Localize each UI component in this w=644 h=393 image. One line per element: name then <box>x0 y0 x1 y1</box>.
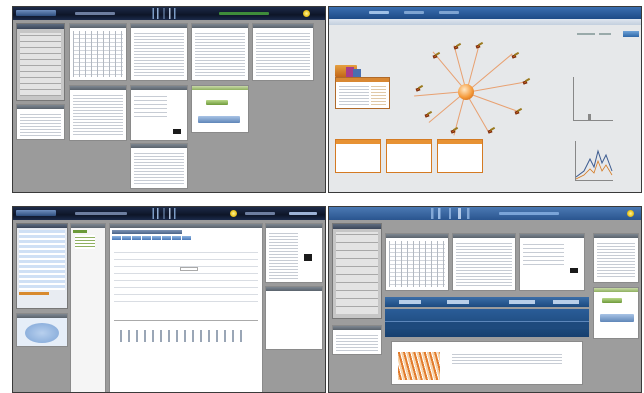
report-chart <box>398 352 440 380</box>
list-panel-1 <box>452 233 516 291</box>
status-indicators <box>219 12 269 15</box>
calendar-widget[interactable] <box>69 23 127 81</box>
chart-icon <box>304 254 312 261</box>
user-node-icon[interactable] <box>511 51 520 61</box>
top-navigation-bar <box>13 7 325 20</box>
list-panel-4 <box>69 85 127 141</box>
skyline-banner <box>425 208 485 219</box>
user-node-icon[interactable] <box>450 126 459 136</box>
screenshot-relationship-graph <box>328 6 642 193</box>
contact-card <box>265 223 323 283</box>
sun-logo-icon <box>627 210 634 217</box>
user-node-icon[interactable] <box>424 110 433 120</box>
line-chart <box>575 141 613 181</box>
user-node-icon[interactable] <box>415 84 424 94</box>
summary-card-3 <box>437 139 483 173</box>
screenshot-dashboard-reports <box>328 206 642 393</box>
secondary-action-button[interactable] <box>198 116 240 123</box>
notes-panel <box>265 286 323 350</box>
nav-menu-2[interactable] <box>404 11 424 14</box>
sun-logo-icon <box>303 10 310 17</box>
form-toolbar[interactable] <box>112 230 182 234</box>
user-node-icon[interactable] <box>514 107 523 117</box>
dropdown-field[interactable] <box>180 267 198 271</box>
info-panel <box>332 325 382 355</box>
detail-panel <box>519 233 585 291</box>
top-navigation-bar <box>329 207 641 220</box>
list-panel-2 <box>191 23 249 81</box>
report-banner <box>385 309 589 337</box>
app-logo <box>16 210 56 216</box>
list-panel-3 <box>252 23 314 81</box>
summary-card-2 <box>386 139 432 173</box>
report-toolbar[interactable] <box>385 297 589 307</box>
top-navigation-bar <box>329 7 641 19</box>
nav-menu[interactable] <box>75 212 127 215</box>
form-tabs[interactable] <box>112 236 191 240</box>
left-sidebar <box>16 223 68 309</box>
screenshot-calendar-dashboard <box>12 6 326 193</box>
nav-menu-3[interactable] <box>439 11 459 14</box>
window-controls[interactable] <box>289 212 317 215</box>
top-navigation-bar <box>13 207 325 220</box>
record-list[interactable] <box>70 223 106 392</box>
left-sidebar <box>16 23 65 101</box>
entity-details-card <box>335 77 390 109</box>
nav-menu[interactable] <box>75 12 115 15</box>
user-node-icon[interactable] <box>487 126 496 136</box>
status-indicators <box>245 212 275 215</box>
chart-icon <box>173 129 181 134</box>
report-preview <box>391 341 583 385</box>
nav-menu[interactable] <box>499 212 559 215</box>
nav-menu[interactable] <box>369 11 389 14</box>
center-entity-node[interactable] <box>458 84 474 100</box>
record-form <box>109 223 263 392</box>
map-widget[interactable] <box>16 313 68 347</box>
action-panel <box>191 85 249 133</box>
calendar-widget[interactable] <box>385 233 449 291</box>
user-node-icon[interactable] <box>475 41 484 51</box>
bar-chart <box>573 77 613 121</box>
chart-icon <box>570 268 578 273</box>
attribute-strip <box>114 330 242 342</box>
detail-panel <box>130 85 188 141</box>
screenshot-record-editor <box>12 206 326 393</box>
left-sidebar <box>332 223 382 319</box>
list-panel-1 <box>130 23 188 81</box>
entity-tab-blue[interactable] <box>353 69 361 77</box>
list-panel-5 <box>130 143 188 189</box>
form-fields[interactable] <box>114 246 258 306</box>
info-panel <box>16 104 65 140</box>
contact-card <box>593 233 639 283</box>
user-node-icon[interactable] <box>453 42 462 52</box>
sun-logo-icon <box>230 210 237 217</box>
user-node-icon[interactable] <box>522 77 531 87</box>
user-node-icon[interactable] <box>432 51 441 61</box>
skyline-banner <box>149 8 185 19</box>
action-panel <box>593 287 639 339</box>
primary-action-button[interactable] <box>206 100 228 105</box>
tab-strip[interactable] <box>329 19 641 25</box>
side-tab[interactable] <box>623 31 639 37</box>
secondary-action-button[interactable] <box>600 314 634 322</box>
summary-card-1 <box>335 139 381 173</box>
primary-action-button[interactable] <box>602 298 622 303</box>
app-logo <box>16 10 56 16</box>
skyline-banner <box>149 208 185 219</box>
